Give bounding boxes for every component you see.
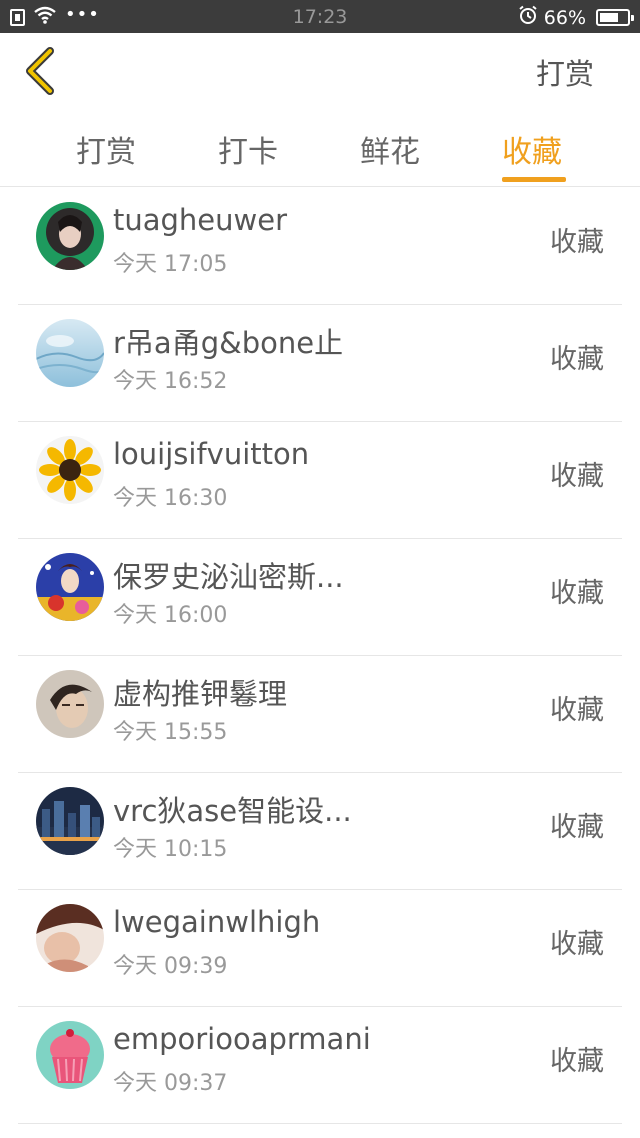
- alarm-icon: [518, 5, 538, 30]
- user-name: 虚构推钾鬈理: [113, 677, 288, 711]
- battery-percent: 66%: [543, 6, 586, 29]
- item-time: 今天 17:05: [113, 252, 228, 277]
- item-time: 今天 10:15: [113, 837, 228, 862]
- favorite-label: 收藏: [550, 695, 604, 726]
- chevron-left-icon: [20, 47, 66, 101]
- list-item[interactable]: tuagheuwer 今天 17:05 收藏: [18, 188, 622, 305]
- item-time: 今天 15:55: [113, 720, 228, 745]
- favorites-list: tuagheuwer 今天 17:05 收藏 r吊a甬g&bone止 今天 16…: [0, 188, 640, 1124]
- user-name: emporiooaprmani: [113, 1022, 371, 1056]
- anime-portrait-avatar: [36, 202, 104, 270]
- user-name: vrc狄ase智能设...: [113, 794, 352, 828]
- tab-reward[interactable]: 打赏: [76, 127, 136, 171]
- list-item[interactable]: 虚构推钾鬈理 今天 15:55 收藏: [18, 656, 622, 773]
- item-time: 今天 09:39: [113, 954, 228, 979]
- list-item[interactable]: r吊a甬g&bone止 今天 16:52 收藏: [18, 305, 622, 422]
- nav-bar: 打赏: [0, 33, 640, 107]
- cupcake-avatar: [36, 1021, 104, 1089]
- status-bar: ••• 17:23 66%: [0, 0, 640, 33]
- favorite-label: 收藏: [550, 578, 604, 609]
- user-name: tuagheuwer: [113, 203, 288, 237]
- city-night-avatar: [36, 787, 104, 855]
- tab-bar: 打赏 打卡 鲜花 收藏: [0, 107, 640, 187]
- item-time: 今天 16:00: [113, 603, 228, 628]
- user-name: louijsifvuitton: [113, 437, 310, 471]
- user-name: lwegainwlhigh: [113, 905, 321, 939]
- user-name: r吊a甬g&bone止: [113, 326, 344, 360]
- favorite-label: 收藏: [550, 227, 604, 258]
- list-item[interactable]: 保罗史泌汕密斯... 今天 16:00 收藏: [18, 539, 622, 656]
- list-item[interactable]: lwegainwlhigh 今天 09:39 收藏: [18, 890, 622, 1007]
- favorite-label: 收藏: [550, 344, 604, 375]
- item-time: 今天 16:52: [113, 369, 228, 394]
- active-tab-indicator: [502, 177, 566, 182]
- tab-favorites[interactable]: 收藏: [502, 127, 562, 171]
- user-name: 保罗史泌汕密斯...: [113, 560, 344, 594]
- list-item[interactable]: emporiooaprmani 今天 09:37 收藏: [18, 1007, 622, 1124]
- portrait-avatar: [36, 670, 104, 738]
- reward-button[interactable]: 打赏: [536, 51, 594, 93]
- battery-icon: [596, 9, 634, 26]
- face-avatar: [36, 904, 104, 972]
- item-time: 今天 16:30: [113, 486, 228, 511]
- tab-checkin[interactable]: 打卡: [218, 127, 278, 171]
- favorite-label: 收藏: [550, 1046, 604, 1077]
- favorite-label: 收藏: [550, 461, 604, 492]
- illustration-avatar: [36, 553, 104, 621]
- item-time: 今天 09:37: [113, 1071, 228, 1096]
- list-item[interactable]: vrc狄ase智能设... 今天 10:15 收藏: [18, 773, 622, 890]
- back-button[interactable]: [20, 47, 66, 97]
- favorite-label: 收藏: [550, 929, 604, 960]
- sunflower-avatar: [36, 436, 104, 504]
- favorite-label: 收藏: [550, 812, 604, 843]
- list-item[interactable]: louijsifvuitton 今天 16:30 收藏: [18, 422, 622, 539]
- tab-flowers[interactable]: 鲜花: [360, 127, 420, 171]
- sky-avatar: [36, 319, 104, 387]
